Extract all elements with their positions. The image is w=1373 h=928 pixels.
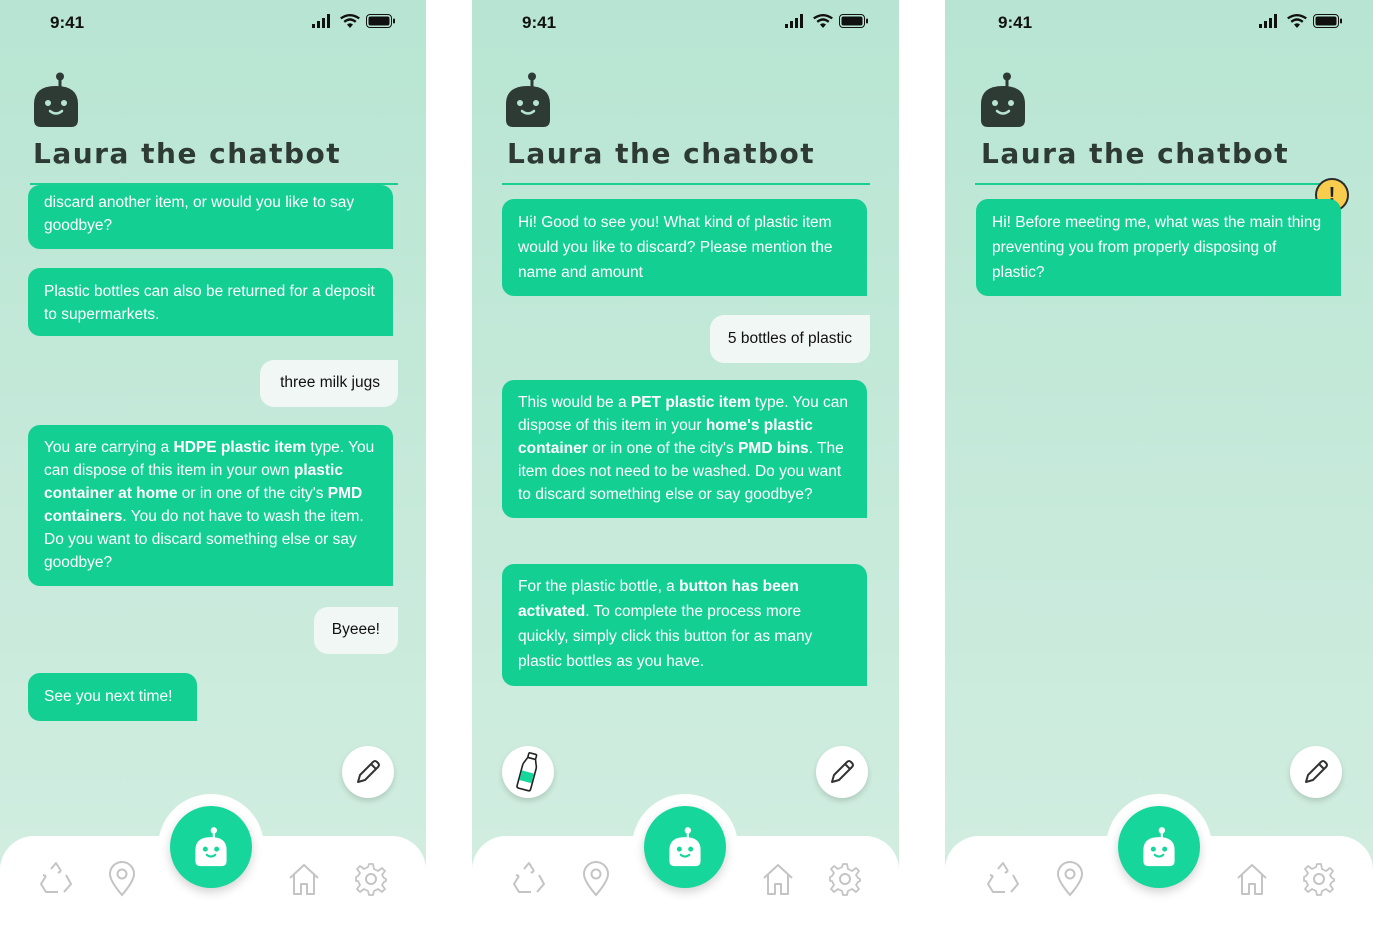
phone-screen-3: 9:41 Laura the chatbot ! Hi! Before meet…: [945, 0, 1373, 928]
pencil-icon: [357, 760, 380, 783]
settings-gear-icon[interactable]: [827, 861, 863, 897]
map-pin-icon[interactable]: [106, 861, 138, 897]
phone-screen-1: 9:41 Laura the chatbot discard another i…: [0, 0, 426, 928]
home-icon[interactable]: [286, 861, 322, 897]
user-message: 5 bottles of plastic: [709, 315, 870, 363]
chatbot-avatar-icon: [34, 72, 78, 127]
chatbot-avatar-icon: [981, 72, 1025, 127]
status-icons: [785, 14, 869, 28]
bot-message: Hi! Good to see you! What kind of plasti…: [502, 199, 867, 296]
status-time: 9:41: [998, 13, 1033, 32]
battery-icon: [1313, 14, 1342, 28]
status-time: 9:41: [50, 13, 85, 32]
map-pin-icon[interactable]: [580, 861, 612, 897]
pencil-icon: [831, 760, 854, 783]
bot-message: discard another item, or would you like …: [28, 185, 393, 249]
chatbot-nav-button[interactable]: [644, 806, 726, 888]
cellular-signal-icon: [785, 14, 803, 28]
status-icons: [1259, 14, 1343, 28]
write-message-button[interactable]: [342, 746, 394, 798]
recycle-icon[interactable]: [985, 861, 1021, 897]
settings-gear-icon[interactable]: [1301, 861, 1337, 897]
page-title: Laura the chatbot: [981, 137, 1290, 170]
write-message-button[interactable]: [1290, 746, 1342, 798]
write-message-button[interactable]: [816, 746, 868, 798]
home-icon[interactable]: [760, 861, 796, 897]
plastic-bottle-icon: [516, 752, 538, 792]
chatbot-icon: [195, 827, 227, 867]
settings-gear-icon[interactable]: [353, 861, 389, 897]
wifi-icon: [813, 14, 833, 28]
map-pin-icon[interactable]: [1054, 861, 1086, 897]
user-message: Byeee!: [313, 607, 398, 654]
chat-log[interactable]: Hi! Good to see you! What kind of plasti…: [472, 185, 898, 745]
page-title: Laura the chatbot: [33, 137, 342, 170]
cellular-signal-icon: [1259, 14, 1277, 28]
chatbot-icon: [1143, 827, 1175, 867]
recycle-icon[interactable]: [511, 861, 547, 897]
chatbot-nav-button[interactable]: [170, 806, 252, 888]
home-icon[interactable]: [1234, 861, 1270, 897]
bot-message: For the plastic bottle, a button has bee…: [502, 564, 867, 686]
user-message: three milk jugs: [260, 360, 398, 407]
chat-log[interactable]: discard another item, or would you like …: [0, 185, 426, 745]
plastic-bottle-button[interactable]: [502, 746, 554, 798]
wifi-icon: [340, 14, 360, 28]
cellular-signal-icon: [312, 14, 330, 28]
chat-log[interactable]: Hi! Before meeting me, what was the main…: [945, 185, 1371, 745]
bot-message: See you next time!: [28, 673, 197, 721]
bot-message: You are carrying a HDPE plastic item typ…: [28, 425, 393, 586]
chatbot-icon: [669, 827, 701, 867]
bot-message: Hi! Before meeting me, what was the main…: [976, 199, 1341, 296]
bot-message: This would be a PET plastic item type. Y…: [502, 380, 867, 518]
status-icons: [312, 14, 396, 28]
pencil-icon: [1305, 760, 1328, 783]
battery-icon: [366, 14, 395, 28]
chatbot-nav-button[interactable]: [1118, 806, 1200, 888]
bot-message: Plastic bottles can also be returned for…: [28, 268, 393, 336]
page-title: Laura the chatbot: [507, 137, 816, 170]
wifi-icon: [1287, 14, 1307, 28]
recycle-icon[interactable]: [38, 861, 74, 897]
status-time: 9:41: [522, 13, 557, 32]
battery-icon: [839, 14, 868, 28]
phone-screen-2: 9:41 Laura the chatbot Hi! Good to see y…: [472, 0, 899, 928]
chatbot-avatar-icon: [506, 72, 550, 127]
